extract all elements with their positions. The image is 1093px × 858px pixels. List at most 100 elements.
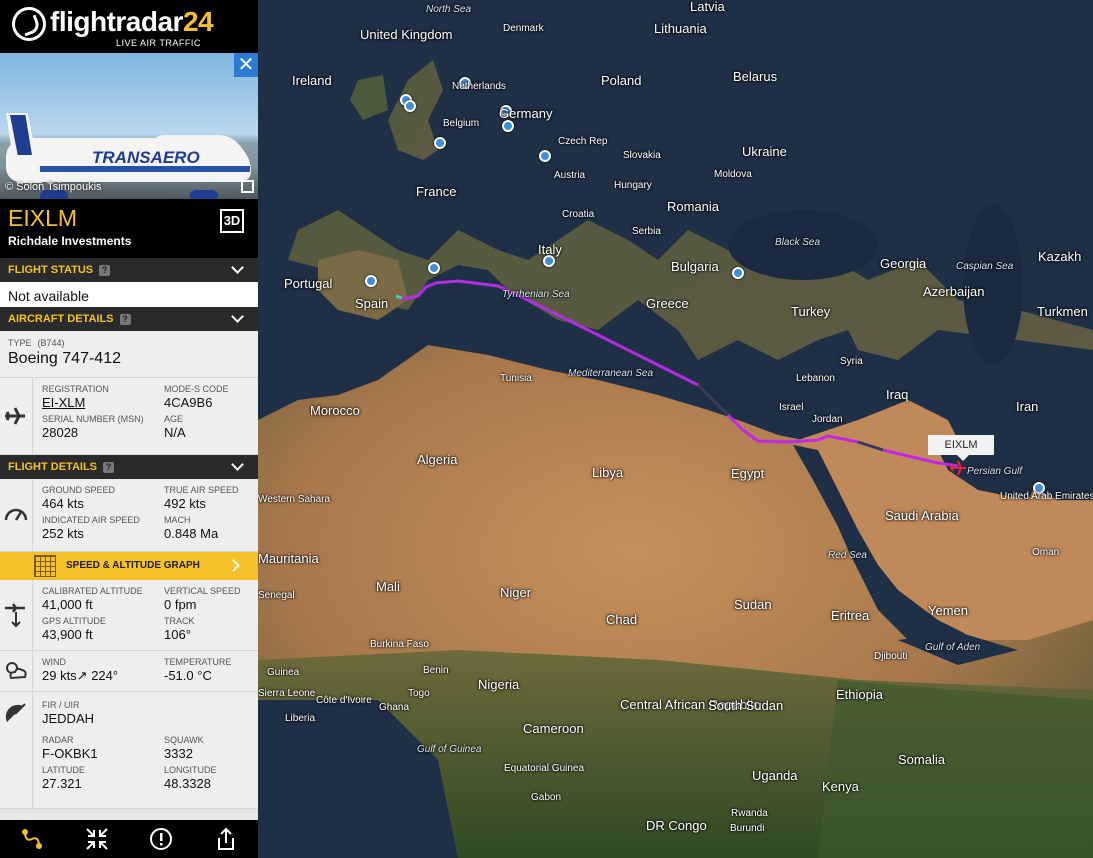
squawk: 3332 <box>164 746 193 761</box>
speed-row: GROUND SPEED 464 kts TRUE AIR SPEED 492 kt… <box>0 479 258 552</box>
map-label: Djibouti <box>874 651 908 662</box>
track: 106° <box>164 627 191 642</box>
flight-status-value: Not available <box>0 282 258 307</box>
map-label: Israel <box>779 402 804 413</box>
close-icon[interactable]: ✕ <box>234 53 258 77</box>
map-label: Ukraine <box>742 144 787 159</box>
map-label: Gulf of Guinea <box>417 744 482 755</box>
flight-details-header[interactable]: FLIGHT DETAILS? <box>0 455 258 479</box>
map-label: Cameroon <box>523 721 584 736</box>
map-label: Chad <box>606 612 638 627</box>
map-label: Gulf of Aden <box>925 642 981 653</box>
map-label: Côte d'Ivoire <box>316 695 372 706</box>
map-label: Liberia <box>285 713 316 724</box>
map-label: Germany <box>499 106 553 121</box>
map-label: Croatia <box>562 209 595 220</box>
aircraft-marker-icon[interactable] <box>948 458 968 478</box>
map-label: Tyrrhenian Sea <box>502 289 570 300</box>
map-label: Togo <box>408 688 430 699</box>
modes-code: 4CA9B6 <box>164 395 213 410</box>
callsign: EIXLM <box>8 205 78 231</box>
chevron-down-icon[interactable] <box>231 458 244 471</box>
map-label: Sierra Leone <box>258 688 316 699</box>
map-label: Iran <box>1016 399 1039 414</box>
map-label: Eritrea <box>831 608 870 623</box>
map-label: Oman <box>1032 547 1060 558</box>
aircraft-photo[interactable]: TRANSAERO © Solon Tsimpoukis ✕ <box>0 53 258 199</box>
3d-view-icon[interactable]: 3D <box>220 209 244 233</box>
photo-credit[interactable]: © Solon Tsimpoukis <box>5 181 102 193</box>
map-label: Turkey <box>791 304 831 319</box>
altitude-icon <box>5 603 25 628</box>
map-label: Ethiopia <box>836 687 883 702</box>
aircraft-callout[interactable]: EIXLM <box>928 435 994 461</box>
map-label: Caspian Sea <box>956 261 1014 272</box>
map-label: Turkmen <box>1037 304 1088 319</box>
map-label: Lithuania <box>654 21 707 36</box>
map-label: Bulgaria <box>671 259 719 274</box>
map-label: Netherlands <box>452 81 506 92</box>
map-label: Sudan <box>734 597 772 612</box>
map-label: Lebanon <box>796 373 835 384</box>
map-label: Western Sahara <box>258 494 331 505</box>
map-label: Persian Gulf <box>967 466 1023 477</box>
map-label: Austria <box>554 170 586 181</box>
speed-altitude-graph-button[interactable]: SPEED & ALTITUDE GRAPH <box>0 552 258 580</box>
map-label: Georgia <box>880 256 927 271</box>
route-icon[interactable] <box>19 826 45 852</box>
vertical-speed: 0 fpm <box>164 597 197 612</box>
help-icon[interactable]: ? <box>99 264 111 276</box>
fullscreen-icon[interactable] <box>84 826 110 852</box>
map-label: Burkina Faso <box>370 639 429 650</box>
map-label: Belarus <box>733 69 778 84</box>
share-icon[interactable] <box>213 826 239 852</box>
map-label: Red Sea <box>828 550 867 561</box>
registration-link[interactable]: EI-XLM <box>42 395 164 411</box>
speedometer-icon <box>4 508 28 521</box>
map-label: Italy <box>538 242 562 257</box>
aircraft-details-header[interactable]: AIRCRAFT DETAILS? <box>0 307 258 331</box>
indicated-air-speed: 252 kts <box>42 526 84 541</box>
map-label: Equatorial Guinea <box>504 763 585 774</box>
alert-icon[interactable] <box>148 826 174 852</box>
airline-livery: TRANSAERO <box>92 148 200 167</box>
help-icon[interactable]: ? <box>119 313 131 325</box>
aircraft-registration-row: REGISTRATION EI-XLM MODE-S CODE 4CA9B6 SER… <box>0 378 258 455</box>
map-label: Libya <box>592 465 624 480</box>
logo[interactable]: flightradar24 <box>50 6 214 38</box>
map-label: Egypt <box>731 466 765 481</box>
flight-track <box>395 279 959 468</box>
fr24-logo-icon <box>12 7 46 41</box>
fir-uir: JEDDAH <box>42 711 95 726</box>
map-label: Romania <box>667 199 720 214</box>
map-label: Ireland <box>292 73 332 88</box>
flight-status-header[interactable]: FLIGHT STATUS? <box>0 258 258 282</box>
gps-altitude: 43,900 ft <box>42 627 93 642</box>
map-label: DR Congo <box>646 818 707 833</box>
chevron-down-icon[interactable] <box>231 310 244 323</box>
map-label: Benin <box>423 665 449 676</box>
map-label: Azerbaijan <box>923 284 985 299</box>
external-link-icon[interactable] <box>241 180 254 193</box>
map-label: Moldova <box>714 169 752 180</box>
map-label: Mali <box>376 579 400 594</box>
logo-bar: flightradar24 LIVE AIR TRAFFIC <box>0 0 258 53</box>
map-label: Senegal <box>258 590 295 601</box>
help-icon[interactable]: ? <box>103 461 115 473</box>
map-view[interactable]: EIXLM North Sea Latvia Lithuania Denmark Uni… <box>258 0 1093 858</box>
serial-number: 28028 <box>42 425 79 440</box>
map-label: Gabon <box>531 792 562 803</box>
map-label: Mauritania <box>258 551 319 566</box>
map-label: Guinea <box>267 667 300 678</box>
map-label: Greece <box>646 296 689 311</box>
weather-icon <box>6 662 27 680</box>
map-label: Jordan <box>812 414 843 425</box>
chevron-right-icon <box>227 559 240 572</box>
map-label: Mediterranean Sea <box>568 368 654 379</box>
chevron-down-icon[interactable] <box>231 261 244 274</box>
bottom-toolbar <box>0 820 258 858</box>
map-label: Nigeria <box>478 677 520 692</box>
tagline: LIVE AIR TRAFFIC <box>116 38 201 48</box>
map-label: Yemen <box>928 603 968 618</box>
map-label: Uganda <box>752 768 798 783</box>
